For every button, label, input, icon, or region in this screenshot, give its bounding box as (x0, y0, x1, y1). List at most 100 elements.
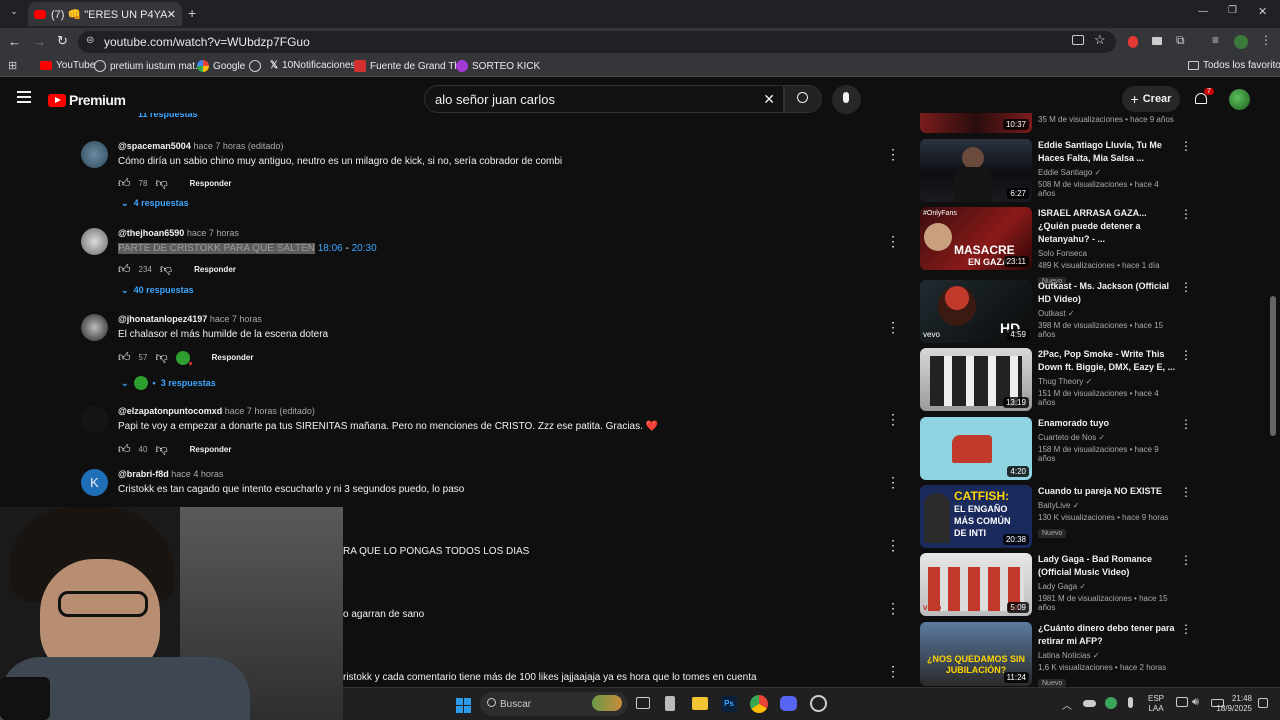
video-info[interactable]: Enamorado tuyo Cuarteto de Nos ✓ 158 M d… (1038, 417, 1178, 463)
apps-icon[interactable]: ⊞ (8, 59, 17, 72)
comment-time[interactable]: hace 7 horas (210, 314, 262, 324)
comment-author[interactable]: @jhonatanlopez4197 (118, 314, 207, 324)
video-menu-icon[interactable]: ⋮ (1180, 348, 1192, 362)
volume-icon[interactable]: 🔊︎ (1192, 696, 1199, 709)
bookmark-font[interactable]: Fuente de Grand Th... (354, 60, 468, 72)
app-circle-icon[interactable] (810, 695, 827, 712)
dislike-icon[interactable]: 👎︎ (160, 262, 172, 277)
dislike-icon[interactable]: 👎︎ (155, 176, 167, 191)
video-thumbnail[interactable]: 4:20 (920, 417, 1032, 480)
avatar[interactable] (81, 406, 108, 433)
like-icon[interactable]: 👍︎ (118, 176, 131, 191)
video-info[interactable]: ISRAEL ARRASA GAZA... ¿Quién puede deten… (1038, 207, 1178, 288)
file-explorer-icon[interactable] (692, 697, 708, 710)
video-menu-icon[interactable]: ⋮ (1180, 207, 1192, 221)
clock[interactable]: 21:48 18/9/2025 (1216, 694, 1252, 714)
chrome-icon[interactable] (750, 695, 768, 713)
reload-icon[interactable]: ↻ (57, 33, 68, 49)
comment-author[interactable]: @thejhoan6590 (118, 228, 184, 238)
youtube-logo[interactable]: Premium (48, 92, 126, 108)
menu-icon[interactable]: ⋮ (1260, 33, 1272, 47)
bookmark-pretium[interactable]: pretium iustum mat... (94, 60, 203, 72)
bookmark-star-icon[interactable]: ☆ (1094, 32, 1106, 48)
search-input[interactable]: alo señor juan carlos ✕ (424, 85, 784, 113)
comment-time[interactable]: hace 7 horas (editado) (193, 141, 283, 151)
comment-time[interactable]: hace 7 horas (editado) (225, 406, 315, 416)
taskbar-search[interactable]: Buscar (480, 692, 628, 716)
forward-icon[interactable]: → (33, 34, 46, 49)
comment-author[interactable]: @brabri-f8d (118, 469, 169, 479)
app-icon[interactable] (665, 696, 675, 711)
onedrive-icon[interactable] (1083, 700, 1096, 707)
video-info[interactable]: ¿Cuánto dinero debo tener para retirar m… (1038, 622, 1178, 690)
discord-icon[interactable] (780, 696, 797, 711)
video-info[interactable]: Lady Gaga - Bad Romance (Official Music … (1038, 553, 1178, 612)
comment-author[interactable]: @spaceman5004 (118, 141, 191, 151)
mic-tray-icon[interactable] (1128, 697, 1133, 708)
video-menu-icon[interactable]: ⋮ (1180, 139, 1192, 153)
video-info[interactable]: Cuando tu pareja NO EXISTE BaityLive ✓ 1… (1038, 485, 1178, 540)
voice-search-button[interactable] (832, 85, 861, 114)
dislike-icon[interactable]: 👎︎ (155, 350, 167, 365)
search-button[interactable] (784, 85, 822, 113)
reply-button[interactable]: Responder (190, 179, 232, 188)
notification-center-icon[interactable] (1258, 698, 1268, 708)
replies-toggle-partial[interactable]: 11 respuestas (138, 113, 198, 121)
reply-button[interactable]: Responder (212, 353, 254, 362)
windows-start-icon[interactable] (456, 698, 471, 713)
avatar[interactable] (81, 314, 108, 341)
minimize-icon[interactable]: — (1198, 6, 1208, 17)
avatar[interactable] (81, 141, 108, 168)
comment-menu-icon[interactable]: ⋮ (886, 412, 900, 426)
video-thumbnail[interactable]: 10:37 (920, 113, 1032, 133)
tray-chevron-icon[interactable]: ︿ (1062, 697, 1072, 712)
restore-icon[interactable]: ❐ (1228, 5, 1237, 16)
like-icon[interactable]: 👍︎ (118, 442, 131, 457)
bookmark-youtube[interactable]: YouTube (40, 60, 95, 71)
close-window-icon[interactable]: ✕ (1258, 5, 1267, 18)
video-info[interactable]: Outkast - Ms. Jackson (Official HD Video… (1038, 280, 1178, 339)
timestamp-link[interactable]: 20:30 (352, 243, 377, 254)
comment-menu-icon[interactable]: ⋮ (886, 601, 900, 615)
video-thumbnail[interactable]: ¿NOS QUEDAMOS SIN JUBILACIÓN? 11:24 (920, 622, 1032, 686)
video-info[interactable]: Eddie Santiago Lluvia, Tu Me Haces Falta… (1038, 139, 1178, 198)
video-menu-icon[interactable]: ⋮ (1180, 280, 1192, 294)
bookmark-sorteo[interactable]: SORTEO KICK (456, 60, 540, 72)
timestamp-link[interactable]: 18:06 (318, 243, 343, 254)
replies-toggle[interactable]: ⌄ 40 respuestas (121, 285, 194, 296)
video-thumbnail[interactable]: #OnlyFans MASACRE EN GAZA 23:11 (920, 207, 1032, 270)
install-icon[interactable] (1072, 35, 1084, 45)
bookmark-notifications[interactable]: 𝕏 10Notificaciones (270, 60, 355, 71)
dislike-icon[interactable]: 👎︎ (155, 442, 167, 457)
profile-avatar[interactable] (1234, 35, 1248, 49)
create-button[interactable]: + Crear (1122, 86, 1180, 112)
bookmark-google[interactable]: Google (197, 60, 245, 72)
comment-menu-icon[interactable]: ⋮ (886, 664, 900, 678)
bookmark-globe[interactable] (249, 60, 261, 72)
url-field[interactable]: ⊜ youtube.com/watch?v=WUbdzp7FGuo (78, 31, 1116, 53)
video-thumbnail[interactable]: 6:27 (920, 139, 1032, 202)
video-menu-icon[interactable]: ⋮ (1180, 622, 1192, 636)
replies-toggle[interactable]: ⌄ 4 respuestas (121, 198, 189, 209)
video-info[interactable]: 2Pac, Pop Smoke - Write This Down ft. Bi… (1038, 348, 1178, 407)
comment-menu-icon[interactable]: ⋮ (886, 538, 900, 552)
video-thumbnail[interactable]: 13:19 (920, 348, 1032, 411)
video-thumbnail[interactable]: vevo HD 4:59 (920, 280, 1032, 343)
comment-menu-icon[interactable]: ⋮ (886, 147, 900, 161)
reply-button[interactable]: Responder (190, 445, 232, 454)
video-thumbnail[interactable]: vevo 5:09 (920, 553, 1032, 616)
all-bookmarks[interactable]: Todos los favoritos (1188, 60, 1280, 71)
back-icon[interactable]: ← (8, 34, 21, 49)
reply-button[interactable]: Responder (194, 265, 236, 274)
notifications-button[interactable]: 7 (1194, 88, 1214, 107)
puzzle-icon[interactable]: ⧉ (1176, 33, 1185, 48)
clear-search-icon[interactable]: ✕ (763, 91, 775, 108)
account-avatar[interactable] (1229, 89, 1250, 110)
video-thumbnail[interactable]: CATFISH: EL ENGAÑO MÁS COMÚN DE INTI 20:… (920, 485, 1032, 548)
language-indicator[interactable]: ESP LAA (1148, 694, 1164, 714)
site-info-icon[interactable]: ⊜ (86, 35, 94, 46)
media-icon[interactable]: ≡ (1212, 33, 1219, 47)
video-menu-icon[interactable]: ⋮ (1180, 485, 1192, 499)
tab-list-icon[interactable]: ⌄ (6, 6, 22, 22)
new-tab-icon[interactable]: + (188, 5, 196, 21)
